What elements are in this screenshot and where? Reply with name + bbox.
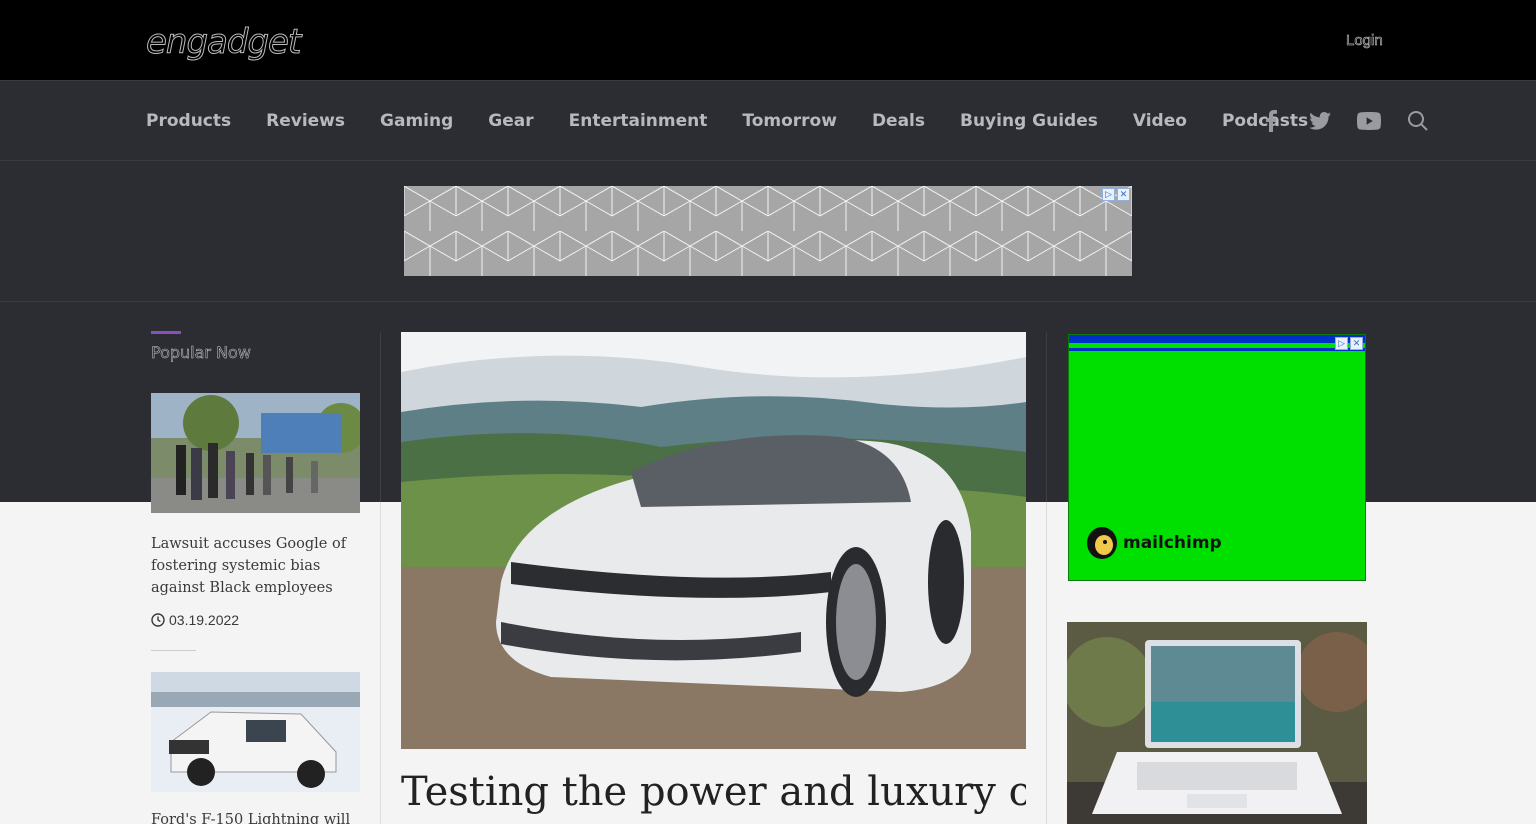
nav-item-entertainment[interactable]: Entertainment <box>569 111 708 131</box>
nav-item-reviews[interactable]: Reviews <box>266 111 345 131</box>
ad-placeholder-pattern <box>404 186 1132 276</box>
ad-choices[interactable]: ▷ ✕ <box>1102 188 1130 201</box>
mailchimp-icon <box>1087 527 1117 559</box>
popular-thumbnail-1[interactable] <box>151 393 360 513</box>
mailchimp-logo: mailchimp <box>1085 525 1222 561</box>
nav-item-gaming[interactable]: Gaming <box>380 111 453 131</box>
nav-item-deals[interactable]: Deals <box>872 111 925 131</box>
side-ad-choices[interactable]: ▷ ✕ <box>1335 337 1363 350</box>
band-divider <box>0 301 1536 302</box>
popular-thumbnail-2[interactable] <box>151 672 360 792</box>
nav-item-buying-guides[interactable]: Buying Guides <box>960 111 1098 131</box>
date-text: 03.19.2022 <box>169 612 240 628</box>
youtube-icon[interactable] <box>1356 108 1382 134</box>
facebook-icon[interactable] <box>1258 108 1284 134</box>
top-banner-ad[interactable]: ▷ ✕ <box>404 186 1132 276</box>
clock-icon <box>151 613 165 627</box>
nav-menu: Products Reviews Gaming Gear Entertainme… <box>146 81 1343 161</box>
ad-top-strip-inner <box>1069 343 1365 348</box>
mailchimp-wordmark: mailchimp <box>1123 533 1222 553</box>
twitter-icon[interactable] <box>1307 108 1333 134</box>
top-bar: engadget Login <box>0 0 1536 80</box>
popular-heading: Popular Now <box>151 343 251 363</box>
nav-item-tomorrow[interactable]: Tomorrow <box>742 111 837 131</box>
column-divider-right-lower <box>1046 502 1047 824</box>
hero-image[interactable] <box>401 332 1026 749</box>
search-icon[interactable] <box>1405 108 1431 134</box>
login-link[interactable]: Login <box>1346 32 1383 50</box>
side-article-image[interactable] <box>1067 622 1367 824</box>
popular-headline-2[interactable]: Ford's F-150 Lightning will <box>151 809 366 824</box>
nav-item-gear[interactable]: Gear <box>488 111 533 131</box>
nav-item-video[interactable]: Video <box>1133 111 1187 131</box>
popular-accent-bar <box>151 331 181 334</box>
adchoices-icon[interactable]: ▷ <box>1102 188 1115 201</box>
side-ad[interactable]: ▷ ✕ mailchimp <box>1068 334 1366 581</box>
close-icon[interactable]: ✕ <box>1117 188 1130 201</box>
site-logo[interactable]: engadget <box>145 22 301 63</box>
close-icon[interactable]: ✕ <box>1350 337 1363 350</box>
article-title[interactable]: Testing the power and luxury of <box>401 768 1026 816</box>
adchoices-icon[interactable]: ▷ <box>1335 337 1348 350</box>
story-separator <box>151 650 196 651</box>
popular-date-1: 03.19.2022 <box>151 612 239 628</box>
nav-item-products[interactable]: Products <box>146 111 231 131</box>
main-nav: Products Reviews Gaming Gear Entertainme… <box>0 80 1536 161</box>
column-divider-left-lower <box>380 502 381 824</box>
popular-headline-1[interactable]: Lawsuit accuses Google of fostering syst… <box>151 533 366 599</box>
social-icons <box>1258 81 1454 161</box>
